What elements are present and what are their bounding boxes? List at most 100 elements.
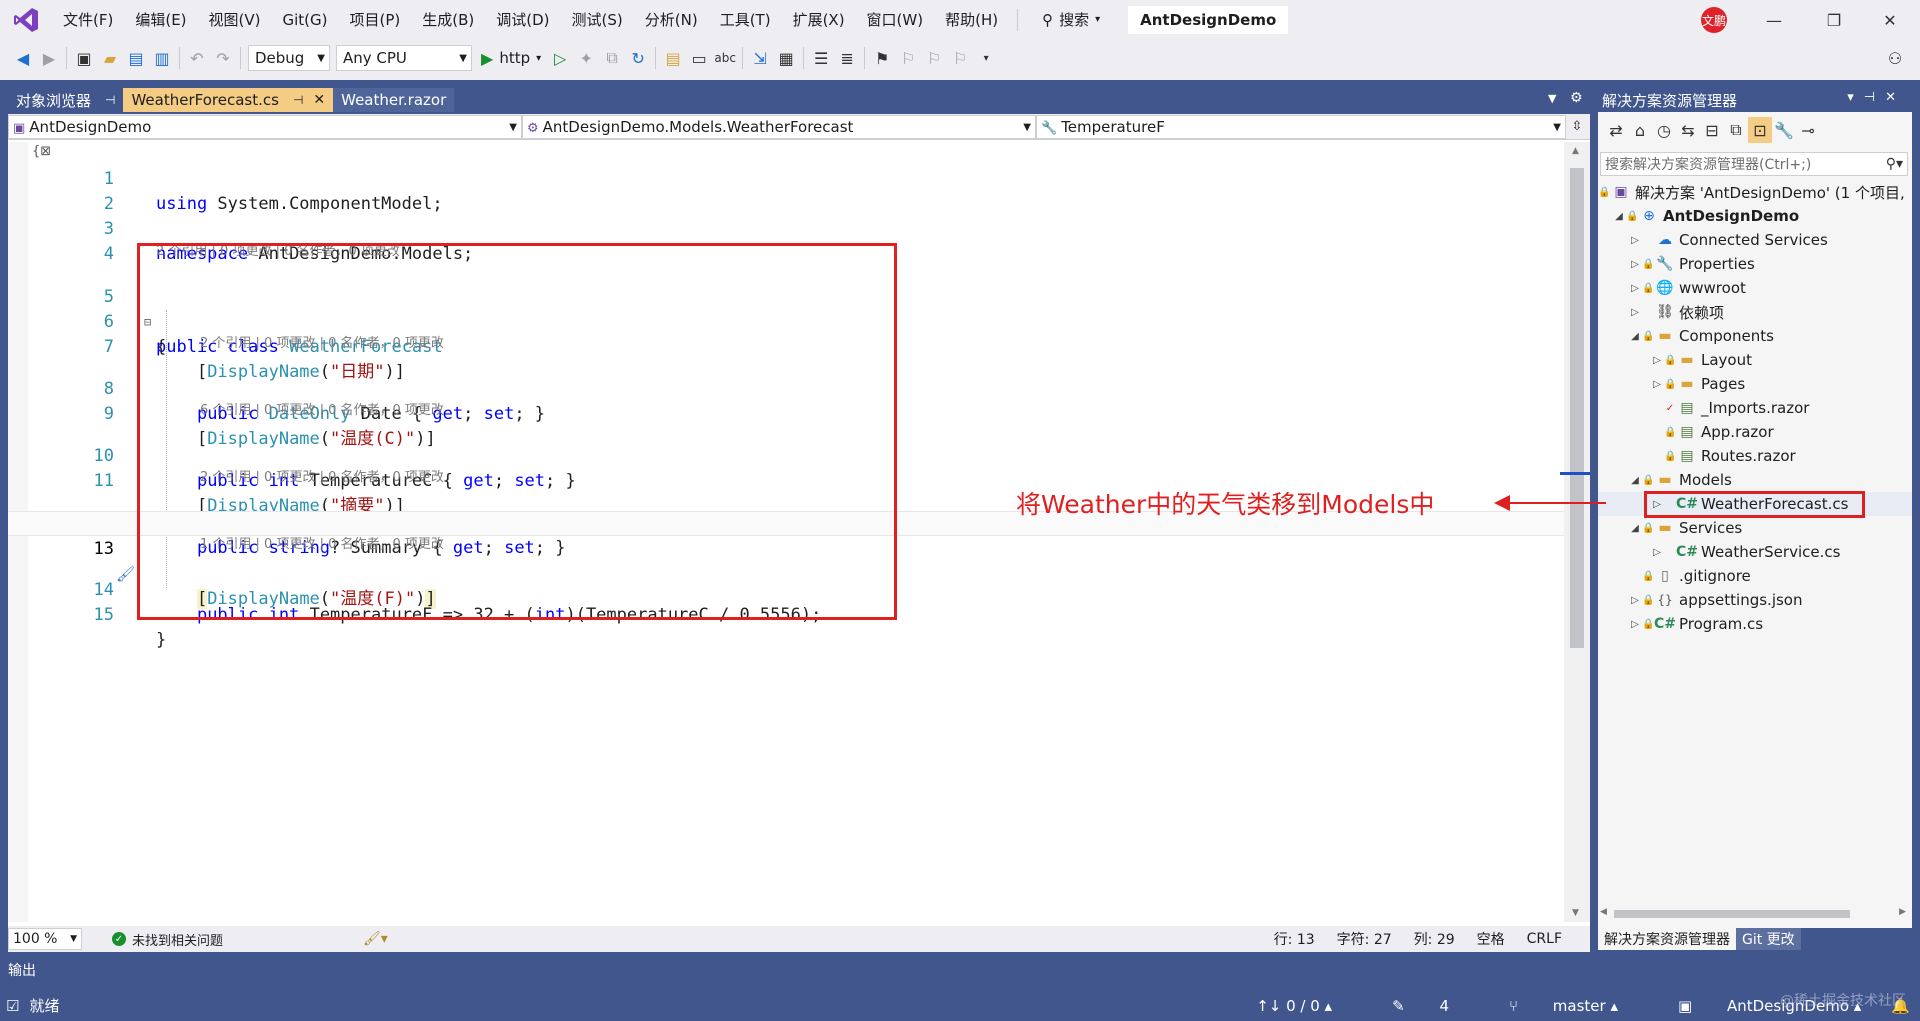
toolbar-overflow-icon[interactable]: ▾	[973, 45, 999, 71]
collapse-all-icon[interactable]: ⊟	[1700, 117, 1724, 143]
comment-out-icon[interactable]: ☰	[808, 45, 834, 71]
next-bookmark-icon[interactable]: ⚐	[921, 45, 947, 71]
solution-explorer-horizontal-scrollbar[interactable]: ◀ ▶	[1600, 906, 1906, 922]
zoom-select[interactable]: 100 % ▼	[8, 928, 82, 950]
tab-solution-explorer[interactable]: 解决方案资源管理器	[1598, 928, 1736, 950]
step-into-icon[interactable]: ⇲	[747, 45, 773, 71]
track-active-item-icon[interactable]: ⊡	[1748, 117, 1772, 143]
collapsed-chevron-icon[interactable]: ▷	[1650, 355, 1664, 366]
browser-link-icon[interactable]: ⧉	[599, 45, 625, 71]
tree-item-solution[interactable]: 🔒 ▣ 解决方案 'AntDesignDemo' (1 个项目,	[1598, 180, 1912, 204]
user-avatar[interactable]: 文鹏	[1701, 7, 1727, 33]
tree-item-connected-services[interactable]: ▷ ☁ Connected Services	[1598, 228, 1912, 252]
menu-analyze[interactable]: 分析(N)	[634, 0, 709, 40]
column-indicator[interactable]: 列: 29	[1414, 929, 1455, 949]
save-icon[interactable]: ▤	[123, 45, 149, 71]
bookmark-icon[interactable]: ⚑	[869, 45, 895, 71]
scroll-left-icon[interactable]: ◀	[1600, 907, 1607, 917]
refresh-icon[interactable]: ⇆	[1676, 117, 1700, 143]
tree-item-services[interactable]: ◢ 🔒 ▬ Services	[1598, 516, 1912, 540]
tree-item-program-cs[interactable]: ▷ 🔒 C# Program.cs	[1598, 612, 1912, 636]
clear-bookmarks-icon[interactable]: ⚐	[947, 45, 973, 71]
global-search-button[interactable]: ⚲ 搜索 ▾	[1026, 0, 1110, 40]
collapsed-chevron-icon[interactable]: ▷	[1628, 259, 1642, 270]
tree-item-weatherservice-cs[interactable]: ▷ C# WeatherService.cs	[1598, 540, 1912, 564]
uncomment-icon[interactable]: ≣	[834, 45, 860, 71]
preview-icon[interactable]: ⊸	[1796, 117, 1820, 143]
line-ending-indicator[interactable]: CRLF	[1527, 931, 1562, 947]
new-project-icon[interactable]: ▣	[71, 45, 97, 71]
tab-overflow-icon[interactable]: ▼	[1548, 92, 1556, 105]
menu-help[interactable]: 帮助(H)	[934, 0, 1009, 40]
tab-object-browser[interactable]: 对象浏览器 ⊣	[8, 88, 124, 112]
redo-icon[interactable]: ↷	[210, 45, 236, 71]
menu-file[interactable]: 文件(F)	[52, 0, 124, 40]
pending-changes-indicator[interactable]: ✎ 4	[1362, 997, 1449, 1015]
collapsed-chevron-icon[interactable]: ▷	[1628, 595, 1642, 606]
hot-reload-icon[interactable]: ✦	[573, 45, 599, 71]
start-debugging-button[interactable]: ▶ http ▾	[475, 49, 547, 68]
collapsed-chevron-icon[interactable]: ▷	[1650, 547, 1664, 558]
tree-item-routes-razor[interactable]: 🔒 ▤ Routes.razor	[1598, 444, 1912, 468]
scroll-right-icon[interactable]: ▶	[1899, 907, 1906, 917]
scrollbar-thumb[interactable]	[1570, 168, 1584, 648]
start-without-debugging-icon[interactable]: ▷	[547, 45, 573, 71]
tab-weatherforecast-cs[interactable]: WeatherForecast.cs ⊣ ✕	[123, 88, 334, 112]
branch-indicator[interactable]: ⑂ master ▴	[1479, 997, 1618, 1015]
menu-build[interactable]: 生成(B)	[411, 0, 485, 40]
expanded-chevron-icon[interactable]: ◢	[1628, 331, 1642, 342]
history-icon[interactable]: ◷	[1652, 117, 1676, 143]
menu-project[interactable]: 项目(P)	[339, 0, 412, 40]
refresh-icon[interactable]: ↻	[625, 45, 651, 71]
menu-test[interactable]: 测试(S)	[561, 0, 634, 40]
tree-item-dependencies[interactable]: ▷ ⛓ 依赖项	[1598, 300, 1912, 324]
pin-icon[interactable]: ⊣	[293, 93, 303, 107]
menu-git[interactable]: Git(G)	[272, 0, 339, 40]
save-all-icon[interactable]: ▥	[149, 45, 175, 71]
tree-item-components[interactable]: ◢ 🔒 ▬ Components	[1598, 324, 1912, 348]
navigate-back-icon[interactable]: ◀	[10, 45, 36, 71]
line-indicator[interactable]: 行: 13	[1274, 929, 1315, 949]
panel-controls[interactable]: ▾⊣✕	[1847, 90, 1906, 105]
menu-extensions[interactable]: 扩展(X)	[782, 0, 856, 40]
collapsed-chevron-icon[interactable]: ▷	[1628, 235, 1642, 246]
char-indicator[interactable]: 字符: 27	[1337, 929, 1392, 949]
window-layout-icon[interactable]: ▦	[773, 45, 799, 71]
tree-item-wwwroot[interactable]: ▷ 🔒 🌐 wwwroot	[1598, 276, 1912, 300]
layout-icon[interactable]: ▭	[686, 45, 712, 71]
expanded-chevron-icon[interactable]: ◢	[1628, 523, 1642, 534]
code-cleanup-brush-icon[interactable]: 🖌▾	[363, 931, 388, 947]
solution-configuration-select[interactable]: Debug ▼	[248, 45, 330, 71]
solution-platform-select[interactable]: Any CPU ▼	[336, 45, 472, 71]
menu-debug[interactable]: 调试(D)	[485, 0, 560, 40]
collapsed-chevron-icon[interactable]: ▷	[1628, 283, 1642, 294]
tree-item-models[interactable]: ◢ 🔒 ▬ Models	[1598, 468, 1912, 492]
tree-item-pages[interactable]: ▷ 🔒 ▬ Pages	[1598, 372, 1912, 396]
solution-explorer-icon[interactable]: ▤	[660, 45, 686, 71]
tree-item-gitignore[interactable]: 🔒 ▯ .gitignore	[1598, 564, 1912, 588]
gear-icon[interactable]: ⚙	[1570, 90, 1583, 106]
menu-edit[interactable]: 编辑(E)	[124, 0, 197, 40]
restore-icon[interactable]: ❐	[1810, 0, 1858, 40]
collapsed-chevron-icon[interactable]: ▷	[1628, 619, 1642, 630]
properties-wrench-icon[interactable]: 🔧	[1772, 117, 1796, 143]
collapsed-chevron-icon[interactable]: ▷	[1628, 307, 1642, 318]
show-all-files-icon[interactable]: ⧉	[1724, 117, 1748, 143]
minimize-icon[interactable]: —	[1750, 0, 1798, 40]
spell-check-icon[interactable]: abc	[712, 45, 738, 71]
type-dropdown[interactable]: ⚙ AntDesignDemo.Models.WeatherForecast ▼	[522, 115, 1036, 139]
tree-item-imports-razor[interactable]: ✓ ▤ _Imports.razor	[1598, 396, 1912, 420]
open-folder-icon[interactable]: ▰	[97, 45, 123, 71]
close-tab-icon[interactable]: ✕	[313, 92, 325, 108]
tree-item-app-razor[interactable]: 🔒 ▤ App.razor	[1598, 420, 1912, 444]
member-dropdown[interactable]: 🔧 TemperatureF ▼	[1036, 115, 1566, 139]
tree-item-appsettings-json[interactable]: ▷ 🔒 {} appsettings.json	[1598, 588, 1912, 612]
undo-icon[interactable]: ↶	[184, 45, 210, 71]
scrollbar-thumb[interactable]	[1614, 910, 1850, 918]
sync-with-document-icon[interactable]: ⇄	[1604, 117, 1628, 143]
pin-icon[interactable]: ⊣	[105, 93, 115, 107]
tab-weather-razor[interactable]: Weather.razor	[333, 88, 455, 112]
tree-item-layout[interactable]: ▷ 🔒 ▬ Layout	[1598, 348, 1912, 372]
tree-item-project[interactable]: ◢ 🔒 ⊕ AntDesignDemo	[1598, 204, 1912, 228]
scroll-down-icon[interactable]: ▼	[1572, 908, 1579, 918]
